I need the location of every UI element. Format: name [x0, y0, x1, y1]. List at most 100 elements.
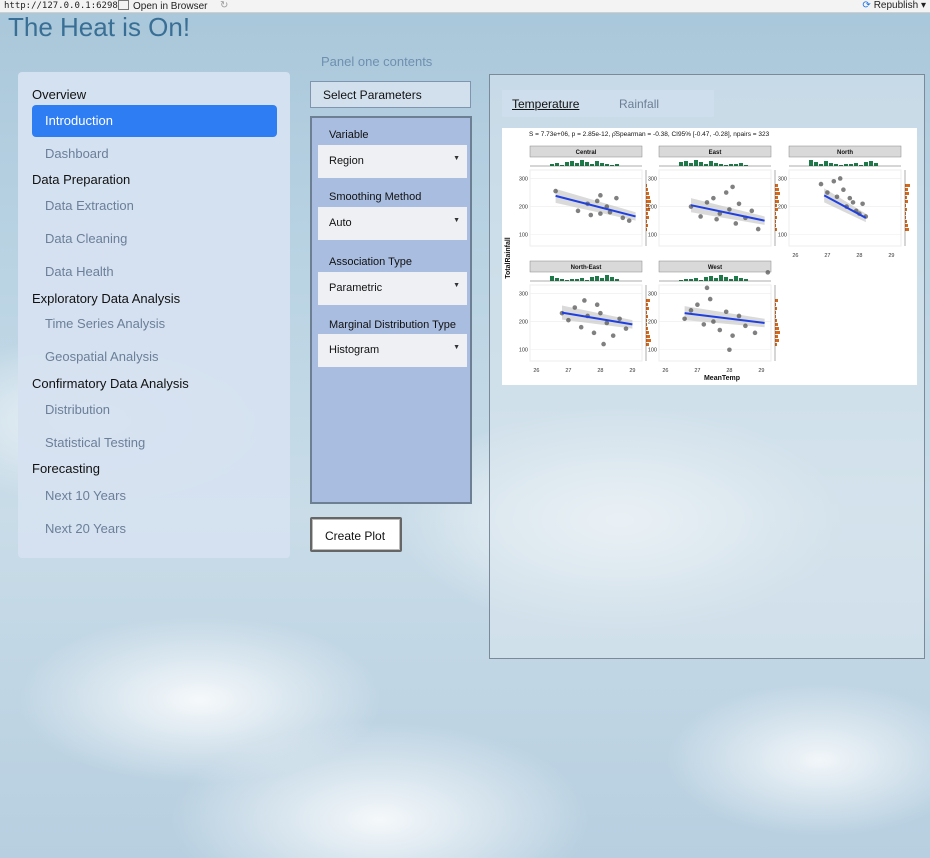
side-hist-bar: [646, 331, 649, 334]
data-point: [730, 184, 735, 190]
top-hist-bar: [814, 162, 818, 166]
x-tick-label: 28: [856, 253, 862, 259]
top-hist-bar: [739, 278, 743, 281]
side-hist-bar: [646, 188, 648, 191]
top-hist-bar: [824, 161, 828, 166]
top-hist-bar: [694, 278, 698, 281]
sidebar-item-geospatial[interactable]: Geospatial Analysis: [45, 349, 158, 364]
data-point: [553, 188, 558, 194]
data-point: [614, 195, 619, 201]
association-type-value: Parametric: [329, 282, 383, 294]
side-hist-bar: [646, 299, 650, 302]
data-point: [837, 176, 843, 181]
top-hist-bar: [600, 278, 604, 281]
sidebar-item-statistical-testing[interactable]: Statistical Testing: [45, 435, 145, 450]
top-hist-bar: [575, 279, 579, 281]
sidebar-item-next-20-years[interactable]: Next 20 Years: [45, 521, 126, 536]
top-hist-bar: [704, 164, 708, 166]
app-title: The Heat is On!: [8, 12, 191, 42]
marginal-distribution-label: Marginal Distribution Type: [329, 319, 456, 331]
sidebar-item-data-extraction[interactable]: Data Extraction: [45, 198, 134, 213]
data-point: [582, 298, 587, 303]
smoothing-method-label: Smoothing Method: [329, 191, 422, 203]
chart-subtitle: S = 7.73e+06, p = 2.85e-12, ρ̂Spearman =…: [529, 131, 770, 138]
top-hist-bar: [595, 161, 599, 166]
facet-label: East: [709, 150, 722, 156]
dropdown-arrow-icon: ▼: [453, 282, 460, 289]
marginal-distribution-select[interactable]: Histogram ▼: [318, 334, 467, 367]
top-hist-bar: [709, 276, 713, 281]
sidebar-item-distribution[interactable]: Distribution: [45, 402, 110, 417]
nav-group-eda: Exploratory Data Analysis: [32, 291, 181, 306]
sidebar-item-next-10-years[interactable]: Next 10 Years: [45, 488, 126, 503]
data-point: [723, 309, 729, 315]
marginal-distribution-value: Histogram: [329, 344, 380, 356]
top-hist-bar: [570, 161, 574, 166]
nav-group-forecasting: Forecasting: [32, 461, 100, 476]
tab-temperature[interactable]: Temperature: [512, 97, 579, 111]
sidebar-item-time-series[interactable]: Time Series Analysis: [45, 316, 165, 331]
side-hist-bar: [646, 200, 651, 203]
data-point: [620, 215, 626, 221]
create-plot-label: Create Plot: [325, 529, 386, 543]
top-hist-bar: [615, 164, 619, 166]
data-point: [626, 218, 632, 223]
side-hist-bar: [646, 335, 650, 338]
external-window-icon: [118, 0, 129, 10]
top-hist-bar: [849, 164, 853, 166]
data-point: [588, 212, 594, 218]
variable-select[interactable]: Region ▼: [318, 145, 467, 178]
facet-label: North: [837, 150, 853, 156]
data-point: [752, 330, 758, 336]
data-point: [743, 323, 748, 329]
side-hist-bar: [905, 220, 907, 223]
data-point: [727, 347, 732, 353]
top-hist-bar: [704, 277, 708, 281]
data-point: [860, 201, 865, 207]
y-tick-label: 300: [648, 291, 657, 297]
create-plot-button[interactable]: Create Plot: [310, 517, 402, 552]
data-point: [704, 200, 710, 205]
data-point: [578, 324, 584, 330]
side-hist-bar: [905, 192, 909, 195]
y-tick-label: 300: [519, 176, 528, 182]
data-point: [575, 208, 581, 214]
tab-rainfall[interactable]: Rainfall: [619, 97, 659, 111]
data-point: [591, 330, 597, 336]
top-hist-bar: [550, 164, 554, 166]
data-point: [765, 270, 771, 275]
association-type-select[interactable]: Parametric ▼: [318, 272, 467, 305]
top-hist-bar: [694, 160, 698, 166]
y-tick-label: 200: [648, 320, 657, 326]
sidebar-item-introduction[interactable]: Introduction: [32, 105, 277, 137]
nav-group-cda: Confirmatory Data Analysis: [32, 376, 189, 391]
select-parameters-label: Select Parameters: [323, 88, 422, 102]
sidebar-item-data-cleaning[interactable]: Data Cleaning: [45, 231, 127, 246]
top-hist-bar: [734, 164, 738, 166]
side-hist-bar: [775, 188, 779, 191]
y-tick-label: 200: [648, 205, 657, 211]
top-hist-bar: [719, 164, 723, 166]
side-hist-bar: [775, 331, 780, 334]
side-hist-bar: [646, 216, 649, 219]
top-hist-bar: [734, 276, 738, 281]
y-tick-label: 100: [519, 348, 528, 354]
sidebar-item-data-health[interactable]: Data Health: [45, 264, 114, 279]
data-point: [698, 214, 703, 219]
y-tick-label: 200: [778, 205, 787, 211]
output-tabs: Temperature Rainfall: [502, 90, 714, 117]
smoothing-method-select[interactable]: Auto ▼: [318, 207, 467, 240]
data-point: [701, 322, 707, 327]
republish-button[interactable]: ⟳ Republish ▾: [862, 0, 926, 12]
nav-group-overview: Overview: [32, 87, 87, 102]
refresh-icon[interactable]: ↻: [220, 0, 228, 12]
side-hist-bar: [905, 200, 908, 203]
data-point: [723, 190, 729, 195]
data-point: [831, 178, 837, 184]
sidebar-item-dashboard[interactable]: Dashboard: [45, 146, 109, 161]
top-hist-bar: [615, 279, 619, 281]
variable-value: Region: [329, 155, 364, 167]
y-tick-label: 100: [648, 233, 657, 239]
top-hist-bar: [550, 276, 554, 281]
scatter-chart: S = 7.73e+06, p = 2.85e-12, ρ̂Spearman =…: [505, 131, 910, 382]
